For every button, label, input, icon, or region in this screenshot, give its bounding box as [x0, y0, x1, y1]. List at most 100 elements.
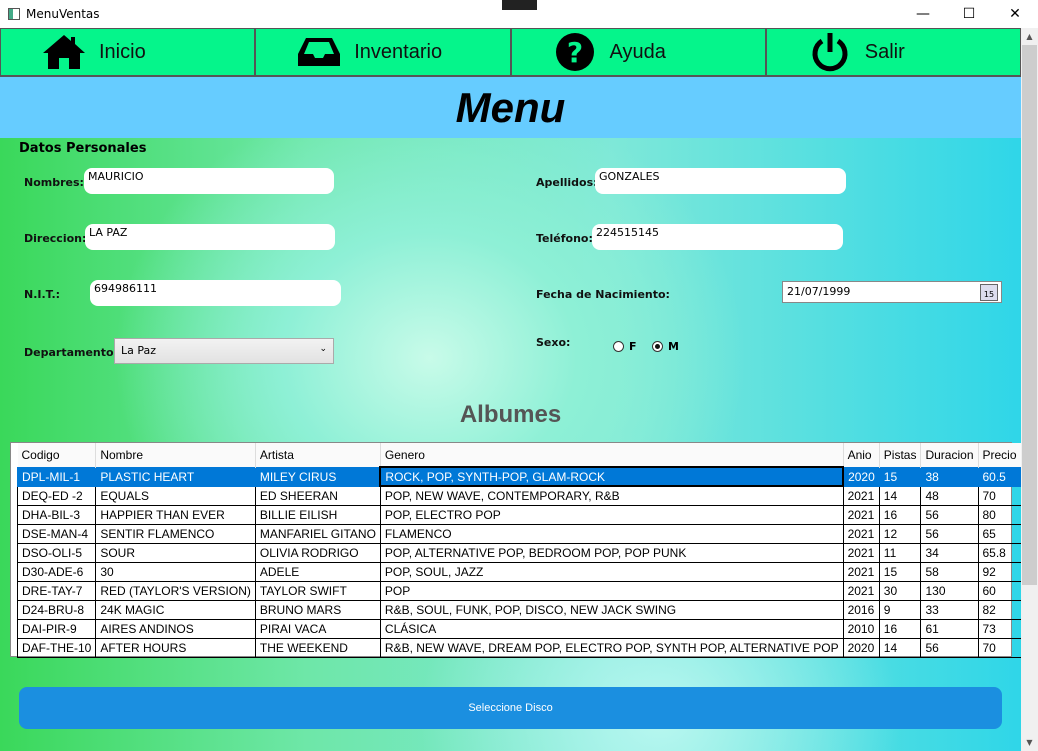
table-cell[interactable]: POP, SOUL, JAZZ — [379, 561, 844, 582]
table-cell[interactable]: 2021 — [842, 561, 880, 582]
scroll-thumb[interactable] — [1022, 45, 1037, 585]
table-cell[interactable]: 2020 — [842, 466, 880, 487]
nav-inventario-button[interactable]: Inventario — [255, 28, 511, 76]
column-header[interactable]: Codigo — [17, 443, 97, 467]
table-cell[interactable]: R&B, NEW WAVE, DREAM POP, ELECTRO POP, S… — [379, 637, 844, 658]
table-cell[interactable]: DEQ-ED -2 — [16, 485, 97, 506]
table-cell[interactable]: 73 — [977, 618, 1021, 639]
nav-salir-button[interactable]: Salir — [765, 28, 1021, 76]
table-row[interactable]: DAF-THE-10 AFTER HOURS THE WEEKEND R&B, NEW… — [16, 637, 1021, 658]
table-cell[interactable]: 56 — [920, 523, 979, 544]
column-header[interactable]: Genero — [380, 443, 844, 467]
column-header[interactable]: Pistas — [879, 443, 922, 467]
table-cell[interactable]: 24K MAGIC — [95, 599, 256, 620]
table-cell[interactable]: 12 — [878, 523, 922, 544]
table-cell[interactable]: HAPPIER THAN EVER — [95, 504, 256, 525]
vertical-scrollbar[interactable]: ▲ ▼ — [1021, 28, 1038, 751]
column-header[interactable]: Duracion — [920, 443, 979, 467]
table-row[interactable]: D24-BRU-8 24K MAGIC BRUNO MARS R&B, SOUL, F… — [16, 599, 1021, 620]
table-cell[interactable]: 34 — [920, 542, 979, 563]
table-row[interactable]: DPL-MIL-1 PLASTIC HEART MILEY CIRUS ROCK, P… — [16, 466, 1021, 487]
table-cell[interactable]: 70 — [977, 637, 1021, 658]
table-cell[interactable]: 130 — [920, 580, 979, 601]
table-cell[interactable]: 65 — [977, 523, 1021, 544]
column-header[interactable]: Artista — [255, 443, 381, 467]
scroll-up-icon[interactable]: ▲ — [1021, 28, 1038, 45]
table-row[interactable]: DSE-MAN-4 SENTIR FLAMENCO MANFARIEL GITANO… — [16, 523, 1021, 544]
table-cell[interactable]: 60 — [977, 580, 1021, 601]
table-cell[interactable]: 70 — [977, 485, 1021, 506]
maximize-button[interactable]: ☐ — [946, 0, 992, 28]
departamento-select[interactable]: La Paz ⌄ — [114, 338, 334, 364]
table-cell[interactable]: SENTIR FLAMENCO — [95, 523, 256, 544]
nav-ayuda-button[interactable]: ? Ayuda — [510, 28, 766, 76]
column-header[interactable]: Anio — [843, 443, 880, 467]
column-header[interactable]: Precio — [978, 443, 1021, 467]
table-cell[interactable]: 48 — [920, 485, 979, 506]
table-cell[interactable]: 2016 — [842, 599, 880, 620]
table-cell[interactable]: RED (TAYLOR'S VERSION) — [95, 580, 256, 601]
table-cell[interactable]: 2021 — [842, 485, 880, 506]
table-row[interactable]: D30-ADE-6 30 ADELE POP, SOUL, JAZZ 2021 15 58 9… — [16, 561, 1021, 582]
table-cell[interactable]: D24-BRU-8 — [16, 599, 97, 620]
table-cell[interactable]: BRUNO MARS — [254, 599, 381, 620]
table-cell[interactable]: 33 — [920, 599, 979, 620]
table-cell[interactable]: 9 — [878, 599, 922, 620]
table-cell[interactable]: 60.5 — [977, 466, 1021, 487]
table-cell[interactable]: SOUR — [95, 542, 256, 563]
table-cell[interactable]: ADELE — [254, 561, 381, 582]
table-cell[interactable]: 82 — [977, 599, 1021, 620]
table-cell[interactable]: 61 — [920, 618, 979, 639]
table-cell[interactable]: POP, ELECTRO POP — [379, 504, 844, 525]
table-cell[interactable]: 58 — [920, 561, 979, 582]
seleccione-disco-button[interactable]: Seleccione Disco — [19, 687, 1002, 729]
table-cell[interactable]: 14 — [878, 485, 922, 506]
sexo-m-radio[interactable]: M — [652, 340, 679, 353]
table-cell[interactable]: DSE-MAN-4 — [16, 523, 97, 544]
close-button[interactable]: ✕ — [992, 0, 1038, 28]
table-cell[interactable]: 92 — [977, 561, 1021, 582]
table-row[interactable]: DRE-TAY-7 RED (TAYLOR'S VERSION) TAYLOR SW… — [16, 580, 1021, 601]
table-cell[interactable]: OLIVIA RODRIGO — [254, 542, 381, 563]
table-cell[interactable]: AIRES ANDINOS — [95, 618, 256, 639]
table-cell[interactable]: 2010 — [842, 618, 880, 639]
table-row[interactable]: DHA-BIL-3 HAPPIER THAN EVER BILLIE EILISH P… — [16, 504, 1021, 525]
table-row[interactable]: DAI-PIR-9 AIRES ANDINOS PIRAI VACA CLÁSICA 2… — [16, 618, 1021, 639]
table-cell[interactable]: 56 — [920, 504, 979, 525]
table-cell[interactable]: 30 — [95, 561, 256, 582]
table-cell[interactable]: D30-ADE-6 — [16, 561, 97, 582]
table-cell[interactable]: DRE-TAY-7 — [16, 580, 97, 601]
table-cell[interactable]: TAYLOR SWIFT — [254, 580, 381, 601]
table-cell[interactable]: 2021 — [842, 542, 880, 563]
table-cell[interactable]: POP, NEW WAVE, CONTEMPORARY, R&B — [379, 485, 844, 506]
table-cell[interactable]: 15 — [878, 561, 922, 582]
table-cell[interactable]: R&B, SOUL, FUNK, POP, DISCO, NEW JACK SW… — [379, 599, 844, 620]
table-row[interactable]: DEQ-ED -2 EQUALS ED SHEERAN POP, NEW WAVE, … — [16, 485, 1021, 506]
table-cell[interactable]: MANFARIEL GITANO — [254, 523, 381, 544]
table-cell[interactable]: CLÁSICA — [379, 618, 844, 639]
sexo-f-radio[interactable]: F — [613, 340, 637, 353]
table-cell[interactable]: DPL-MIL-1 — [16, 466, 97, 487]
drag-grip[interactable] — [502, 0, 537, 10]
table-cell[interactable]: 2021 — [842, 523, 880, 544]
telefono-input[interactable]: 224515145 — [592, 224, 843, 250]
table-cell[interactable]: ROCK, POP, SYNTH-POP, GLAM-ROCK — [379, 466, 845, 487]
table-cell[interactable]: 80 — [977, 504, 1021, 525]
table-cell[interactable]: MILEY CIRUS — [254, 466, 381, 487]
calendar-icon[interactable]: 15 — [980, 284, 998, 301]
minimize-button[interactable]: — — [900, 0, 946, 28]
table-cell[interactable]: POP — [379, 580, 844, 601]
table-cell[interactable]: DAI-PIR-9 — [16, 618, 97, 639]
nit-input[interactable]: 694986111 — [90, 280, 341, 306]
albums-table[interactable]: Codigo Nombre Artista Genero Anio Pistas Durac… — [10, 442, 1021, 658]
table-cell[interactable]: THE WEEKEND — [254, 637, 381, 658]
table-cell[interactable]: 56 — [920, 637, 979, 658]
table-cell[interactable]: 30 — [878, 580, 922, 601]
table-cell[interactable]: 16 — [878, 504, 922, 525]
table-cell[interactable]: 15 — [878, 466, 922, 487]
table-cell[interactable]: DAF-THE-10 — [16, 637, 97, 658]
table-cell[interactable]: 2021 — [842, 580, 880, 601]
table-cell[interactable]: FLAMENCO — [379, 523, 844, 544]
table-cell[interactable]: 11 — [878, 542, 922, 563]
table-cell[interactable]: BILLIE EILISH — [254, 504, 381, 525]
